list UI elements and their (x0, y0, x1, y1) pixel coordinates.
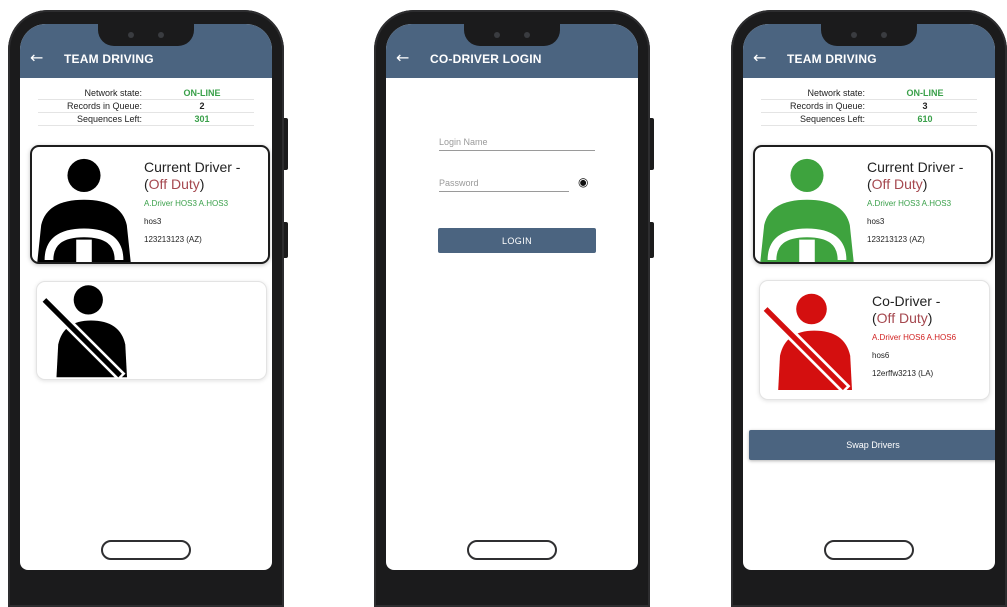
driver-steering-wheel-icon (760, 158, 854, 262)
driver-names: A.Driver HOS3 A.HOS3 (867, 199, 952, 208)
off-duty-label: Off Duty (876, 310, 928, 326)
codriver-names: A.Driver HOS6 A.HOS6 (872, 333, 957, 342)
screen-codriver-login: ← CO-DRIVER LOGIN Login Name Password ◉ … (386, 24, 638, 570)
home-indicator (467, 540, 557, 560)
stat-value: 3 (922, 101, 928, 111)
stat-value: 301 (194, 114, 210, 124)
home-indicator (824, 540, 914, 560)
driver-username: hos3 (867, 217, 885, 226)
phone-frame-team-driving-1: ← TEAM DRIVING Network state: ON-LINE Re… (8, 10, 288, 607)
phone-frame-team-driving-2: ← TEAM DRIVING Network state: ON-LINE Re… (731, 10, 1007, 607)
stat-label: Sequences Left: (799, 114, 865, 124)
duty-status: (Off Duty) (872, 310, 933, 326)
stat-label: Network state: (84, 88, 142, 98)
duty-status: (Off Duty) (867, 176, 928, 192)
camera-notch (464, 24, 560, 46)
codriver-info: Co-Driver - (Off Duty) A.Driver HOS6 A.H… (872, 293, 956, 378)
stat-label: Sequences Left: (76, 114, 142, 124)
stat-row-sequences: Sequences Left: 301 (38, 113, 254, 126)
status-table: Network state: ON-LINE Records in Queue:… (38, 87, 254, 126)
arrow-left-icon[interactable]: ← (396, 50, 420, 66)
codriver-role: Co-Driver - (872, 293, 941, 309)
driver-info: Current Driver - (Off Duty) A.Driver HOS… (867, 159, 963, 244)
current-driver-card[interactable]: Current Driver - (Off Duty) A.Driver HOS… (753, 145, 993, 264)
arrow-left-icon[interactable]: ← (30, 50, 54, 66)
phone-frame-codriver-login: ← CO-DRIVER LOGIN Login Name Password ◉ … (374, 10, 654, 607)
login-button[interactable]: LOGIN (438, 228, 596, 253)
stat-row-sequences: Sequences Left: 610 (761, 113, 977, 126)
password-input[interactable]: Password (439, 178, 569, 192)
codriver-username: hos6 (872, 351, 890, 360)
stat-row-queue: Records in Queue: 3 (761, 100, 977, 113)
page-title: TEAM DRIVING (64, 52, 154, 66)
stat-label: Network state: (807, 88, 865, 98)
screen-team-driving-1: ← TEAM DRIVING Network state: ON-LINE Re… (20, 24, 272, 570)
codriver-card[interactable]: Co-Driver - (Off Duty) A.Driver HOS6 A.H… (759, 280, 990, 400)
login-name-input[interactable]: Login Name (439, 137, 595, 151)
duty-status: (Off Duty) (144, 176, 205, 192)
page-title: TEAM DRIVING (787, 52, 877, 66)
driver-names: A.Driver HOS3 A.HOS3 (144, 199, 229, 208)
stat-value: 2 (199, 101, 205, 111)
page-title: CO-DRIVER LOGIN (430, 52, 542, 66)
stat-value: ON-LINE (906, 88, 944, 98)
driver-license: 123213123 (AZ) (867, 235, 925, 244)
status-table: Network state: ON-LINE Records in Queue:… (761, 87, 977, 126)
add-codriver-card[interactable] (36, 281, 267, 380)
camera-notch (98, 24, 194, 46)
driver-role: Current Driver - (144, 159, 241, 175)
stat-row-network: Network state: ON-LINE (38, 87, 254, 100)
driver-steering-wheel-icon (37, 158, 131, 262)
driver-role: Current Driver - (867, 159, 964, 175)
camera-notch (821, 24, 917, 46)
current-driver-card[interactable]: Current Driver - (Off Duty) A.Driver HOS… (30, 145, 270, 264)
stat-label: Records in Queue: (789, 101, 865, 111)
seatbelt-passenger-icon (42, 285, 127, 378)
driver-license: 123213123 (AZ) (144, 235, 202, 244)
eye-icon[interactable]: ◉ (578, 175, 588, 189)
off-duty-label: Off Duty (871, 176, 923, 192)
stat-value: ON-LINE (183, 88, 221, 98)
stat-row-network: Network state: ON-LINE (761, 87, 977, 100)
off-duty-label: Off Duty (148, 176, 200, 192)
home-indicator (101, 540, 191, 560)
stat-label: Records in Queue: (66, 101, 142, 111)
stat-value: 610 (917, 114, 933, 124)
screen-team-driving-2: ← TEAM DRIVING Network state: ON-LINE Re… (743, 24, 995, 570)
codriver-license: 12erffw3213 (LA) (872, 369, 934, 378)
stat-row-queue: Records in Queue: 2 (38, 100, 254, 113)
seatbelt-passenger-icon (763, 293, 852, 390)
arrow-left-icon[interactable]: ← (753, 50, 777, 66)
swap-drivers-button[interactable]: Swap Drivers (749, 430, 995, 460)
driver-username: hos3 (144, 217, 162, 226)
driver-info: Current Driver - (Off Duty) A.Driver HOS… (144, 159, 240, 244)
